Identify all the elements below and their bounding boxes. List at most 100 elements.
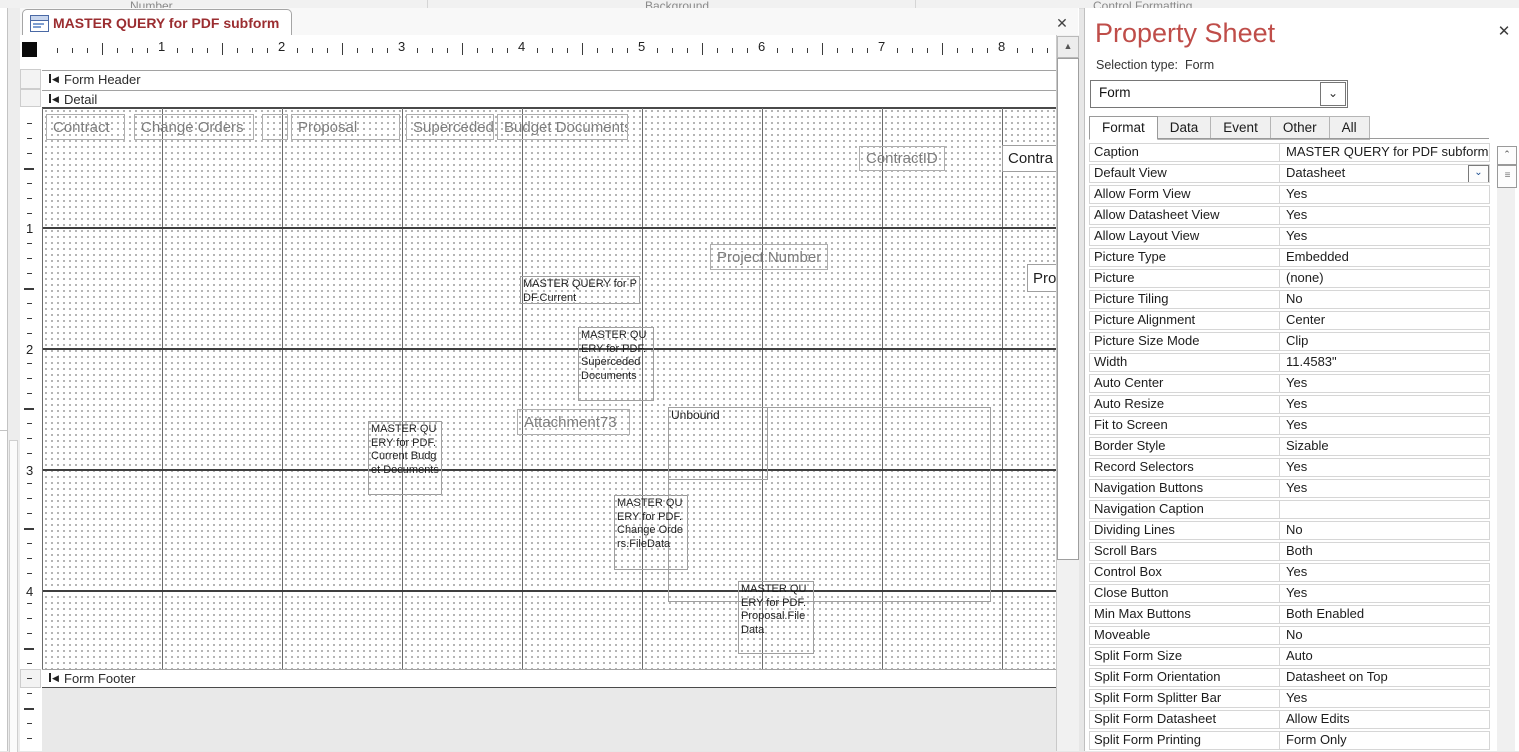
property-value[interactable]: MASTER QUERY for PDF subform (1280, 144, 1489, 161)
label-attachment73[interactable]: Attachment73 (517, 409, 630, 435)
property-value[interactable]: Center (1280, 312, 1489, 329)
property-row-split-form-orientation[interactable]: Split Form Orientation Datasheet on Top (1089, 668, 1490, 687)
textbox-master-query-superceded-documents[interactable]: MASTER QUERY for PDF.Superceded Document… (578, 327, 654, 401)
property-row-close-button[interactable]: Close Button Yes (1089, 584, 1490, 603)
property-row-navigation-buttons[interactable]: Navigation Buttons Yes (1089, 479, 1490, 498)
ruler-number: 3 (26, 463, 34, 478)
property-value[interactable]: Embedded (1280, 249, 1489, 266)
property-sheet-close-button[interactable]: ✕ (1494, 22, 1514, 42)
property-value[interactable]: Both (1280, 543, 1489, 560)
property-row-fit-to-screen[interactable]: Fit to Screen Yes (1089, 416, 1490, 435)
property-row-allow-form-view[interactable]: Allow Form View Yes (1089, 185, 1490, 204)
property-value[interactable]: Yes (1280, 564, 1489, 581)
tab-data[interactable]: Data (1157, 116, 1212, 140)
label-budget-documents[interactable]: Budget Documents (497, 114, 628, 140)
property-row-split-form-printing[interactable]: Split Form Printing Form Only (1089, 731, 1490, 750)
section-bar-detail[interactable]: ◀ Detail (42, 90, 1056, 109)
property-value[interactable]: Auto (1280, 648, 1489, 665)
label-change-orders[interactable]: Change Orders (134, 114, 254, 140)
property-value[interactable] (1280, 501, 1489, 518)
property-row-moveable[interactable]: Moveable No (1089, 626, 1490, 645)
property-row-control-box[interactable]: Control Box Yes (1089, 563, 1490, 582)
property-row-auto-center[interactable]: Auto Center Yes (1089, 374, 1490, 393)
property-value[interactable]: 11.4583" (1280, 354, 1489, 371)
textbox-unbound[interactable]: Unbound (668, 407, 768, 480)
property-value[interactable]: No (1280, 291, 1489, 308)
property-value[interactable]: No (1280, 627, 1489, 644)
section-bar-form-footer[interactable]: ◀ Form Footer (42, 669, 1056, 689)
label-project-number[interactable]: Project Number (710, 244, 828, 270)
label-contract[interactable]: Contract (46, 114, 125, 140)
property-row-caption[interactable]: Caption MASTER QUERY for PDF subform (1089, 143, 1490, 162)
property-row-border-style[interactable]: Border Style Sizable (1089, 437, 1490, 456)
textbox-master-query-proposal-filedata[interactable]: MASTER QUERY for PDF.Proposal.FileData (738, 581, 814, 654)
property-value[interactable]: Yes (1280, 585, 1489, 602)
textbox-master-query-current[interactable]: MASTER QUERY for PDF.Current (520, 276, 640, 304)
tab-all[interactable]: All (1329, 116, 1370, 140)
scrollbar-thumb[interactable]: ≡ (1497, 165, 1517, 188)
selection-combo[interactable]: Form ⌄ (1090, 80, 1348, 108)
property-row-scroll-bars[interactable]: Scroll Bars Both (1089, 542, 1490, 561)
section-bar-form-header[interactable]: ◀ Form Header (42, 70, 1056, 90)
property-row-split-form-size[interactable]: Split Form Size Auto (1089, 647, 1490, 666)
property-value[interactable]: Yes (1280, 396, 1489, 413)
property-row-allow-datasheet-view[interactable]: Allow Datasheet View Yes (1089, 206, 1490, 225)
property-row-picture[interactable]: Picture (none) (1089, 269, 1490, 288)
textbox-master-query-change-orders-filedata[interactable]: MASTER QUERY for PDF.Change Orders.FileD… (614, 495, 688, 570)
property-row-default-view[interactable]: Default View Datasheet ⌄ (1089, 164, 1490, 183)
property-sheet-scrollbar[interactable] (1497, 146, 1515, 751)
property-value[interactable]: Yes (1280, 459, 1489, 476)
ruler-tick (192, 48, 193, 53)
selection-combo-value: Form (1099, 85, 1131, 100)
property-value[interactable]: Yes (1280, 417, 1489, 434)
document-close-button[interactable]: ✕ (1052, 13, 1072, 33)
tab-other[interactable]: Other (1270, 116, 1330, 140)
scroll-up-button[interactable]: ⌃ (1497, 146, 1517, 165)
property-row-picture-alignment[interactable]: Picture Alignment Center (1089, 311, 1490, 330)
chevron-down-icon[interactable]: ⌄ (1320, 82, 1346, 106)
property-value[interactable]: No (1280, 522, 1489, 539)
property-value[interactable]: Clip (1280, 333, 1489, 350)
property-row-split-form-splitter-bar[interactable]: Split Form Splitter Bar Yes (1089, 689, 1490, 708)
scrollbar-thumb[interactable] (1057, 58, 1079, 560)
property-row-split-form-datasheet[interactable]: Split Form Datasheet Allow Edits (1089, 710, 1490, 729)
chevron-down-icon[interactable]: ⌄ (1468, 165, 1489, 182)
property-value[interactable]: (none) (1280, 270, 1489, 287)
property-row-picture-size-mode[interactable]: Picture Size Mode Clip (1089, 332, 1490, 351)
property-row-navigation-caption[interactable]: Navigation Caption (1089, 500, 1490, 519)
label-proposal[interactable]: Proposal (291, 114, 400, 140)
property-value[interactable]: Yes (1280, 228, 1489, 245)
ruler-tick (27, 423, 32, 424)
scroll-up-button[interactable]: ▲ (1057, 36, 1079, 58)
label-empty-box[interactable] (262, 114, 288, 140)
property-value[interactable]: Yes (1280, 207, 1489, 224)
property-value[interactable]: Both Enabled (1280, 606, 1489, 623)
property-row-width[interactable]: Width 11.4583" (1089, 353, 1490, 372)
property-row-min-max-buttons[interactable]: Min Max Buttons Both Enabled (1089, 605, 1490, 624)
property-row-allow-layout-view[interactable]: Allow Layout View Yes (1089, 227, 1490, 246)
property-value[interactable]: Sizable (1280, 438, 1489, 455)
property-row-picture-type[interactable]: Picture Type Embedded (1089, 248, 1490, 267)
property-row-dividing-lines[interactable]: Dividing Lines No (1089, 521, 1490, 540)
property-row-record-selectors[interactable]: Record Selectors Yes (1089, 458, 1490, 477)
property-value[interactable]: Datasheet ⌄ (1280, 165, 1489, 182)
tab-event[interactable]: Event (1211, 116, 1271, 140)
property-value[interactable]: Yes (1280, 186, 1489, 203)
tab-format[interactable]: Format (1089, 116, 1158, 140)
textbox-master-query-current-budget-documents[interactable]: MASTER QUERY for PDF.Current Budget Docu… (368, 421, 442, 495)
property-value[interactable]: Datasheet on Top (1280, 669, 1489, 686)
ruler-tick (87, 48, 88, 53)
ruler-tick (27, 453, 32, 454)
property-value[interactable]: Form Only (1280, 732, 1489, 749)
label-contract-id[interactable]: ContractID (859, 146, 945, 171)
property-value[interactable]: Yes (1280, 375, 1489, 392)
property-value[interactable]: Allow Edits (1280, 711, 1489, 728)
textbox-contract-id-clipped[interactable]: Contra (1002, 145, 1063, 172)
form-selector-button[interactable] (22, 42, 37, 57)
document-tab[interactable]: MASTER QUERY for PDF subform (22, 9, 292, 36)
label-superceded[interactable]: Superceded (406, 114, 494, 140)
property-value[interactable]: Yes (1280, 690, 1489, 707)
property-value[interactable]: Yes (1280, 480, 1489, 497)
property-row-auto-resize[interactable]: Auto Resize Yes (1089, 395, 1490, 414)
property-row-picture-tiling[interactable]: Picture Tiling No (1089, 290, 1490, 309)
